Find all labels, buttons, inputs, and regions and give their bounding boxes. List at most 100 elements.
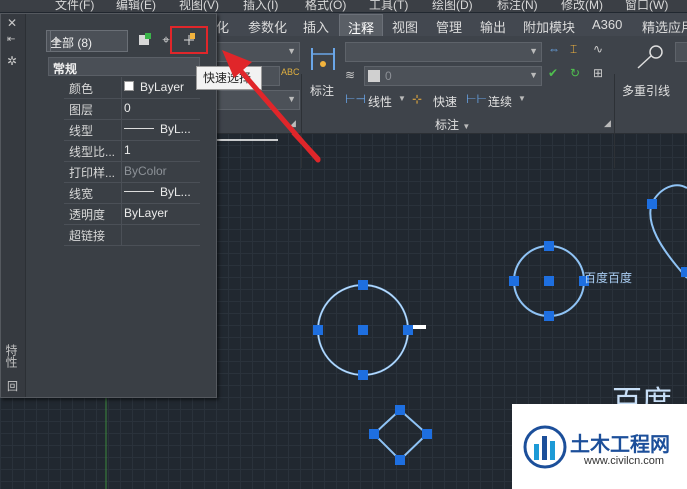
multileader-button[interactable]: 多重引线 — [620, 40, 680, 98]
quick-dim-label[interactable]: 快速 — [433, 93, 457, 110]
tab-manage[interactable]: 管理 — [436, 17, 462, 36]
panel-dropdown-icon: ▼ — [462, 122, 471, 131]
dim-panel-expand-icon[interactable]: ◢ — [604, 118, 611, 129]
property-row-linetype-scale[interactable]: 线型比... 1 — [64, 140, 200, 162]
dim-update-icon[interactable]: ↻ — [570, 66, 580, 80]
grip — [358, 280, 368, 290]
menu-dimension[interactable]: 标注(N) — [497, 0, 538, 12]
abc-icon[interactable]: ABC — [281, 67, 300, 77]
linear-dropdown-icon[interactable]: ▼ — [398, 94, 406, 103]
property-divider — [121, 224, 122, 245]
dim-text-icon[interactable]: ⌶ — [570, 42, 577, 57]
property-name: 颜色 — [69, 82, 94, 96]
tab-parametric[interactable]: 参数化 — [248, 17, 287, 36]
property-divider — [121, 140, 122, 161]
autohide-icon[interactable]: ⇤ — [7, 34, 15, 45]
circle-small[interactable] — [509, 241, 589, 321]
dimension-panel-title[interactable]: 标注 ▼ — [435, 116, 470, 133]
property-divider — [121, 203, 122, 224]
menu-format[interactable]: 格式(O) — [305, 0, 346, 12]
palette-vertical-title: 特性 — [4, 344, 18, 368]
property-name: 线型比... — [69, 145, 116, 159]
diamond-shape[interactable] — [369, 405, 432, 465]
text-style-combo[interactable]: ▼ — [216, 42, 300, 62]
grip — [395, 405, 405, 415]
menu-insert[interactable]: 插入(I) — [243, 0, 278, 12]
continue-dim-label[interactable]: 连续 — [488, 93, 512, 110]
property-value[interactable]: ByLayer — [124, 80, 200, 94]
property-name: 打印样... — [69, 166, 116, 180]
dimension-big-button[interactable]: 标注 — [306, 40, 340, 98]
menu-edit[interactable]: 编辑(E) — [116, 0, 156, 12]
leader-style-combo[interactable] — [675, 42, 687, 62]
grip — [395, 455, 405, 465]
menu-modify[interactable]: 修改(M) — [561, 0, 603, 12]
grip — [544, 241, 554, 251]
tab-output[interactable]: 输出 — [480, 17, 506, 36]
property-value[interactable]: 0 — [124, 101, 200, 115]
properties-palette[interactable]: ✕ ⇤ ✲ 特性 回 全部 (8) ▼ ⌖ 常规 − 颜色 ByLayer 图层 — [0, 13, 217, 398]
close-icon[interactable]: ✕ — [7, 16, 17, 30]
property-value-text: ByLayer — [140, 80, 185, 94]
property-value[interactable]: ByL... — [124, 122, 200, 136]
property-row-layer[interactable]: 图层 0 — [64, 98, 200, 120]
panel-separator — [301, 74, 302, 168]
property-value[interactable]: ByL... — [124, 185, 200, 199]
watermark-url: www.civilcn.com — [584, 455, 665, 467]
collapse-icon[interactable]: − — [53, 57, 193, 71]
palette-title-strip[interactable]: ✕ ⇤ ✲ 特性 回 — [1, 14, 26, 397]
menu-file[interactable]: 文件(F) — [55, 0, 94, 12]
menu-view[interactable]: 视图(V) — [179, 0, 219, 12]
tab-featured-apps[interactable]: 精选应用 — [642, 17, 687, 36]
watermark-title: 土木工程网 — [570, 432, 670, 456]
tab-partial[interactable]: 化 — [216, 17, 229, 36]
tab-view[interactable]: 视图 — [392, 17, 418, 36]
continue-dim-icon[interactable]: ⊢⊢ — [466, 92, 487, 106]
property-name: 图层 — [69, 103, 94, 117]
linear-dim-icon[interactable]: ⊢⊣ — [345, 92, 366, 106]
panel-expand-icon[interactable]: ◢ — [289, 118, 296, 129]
property-row-plot-style[interactable]: 打印样... ByColor — [64, 161, 200, 183]
palette-menu-icon[interactable]: 回 — [7, 378, 18, 394]
menu-window[interactable]: 窗口(W) — [625, 0, 668, 12]
property-row-hyperlink[interactable]: 超链接 — [64, 224, 200, 246]
property-value[interactable]: ByLayer — [124, 206, 200, 220]
menu-draw[interactable]: 绘图(D) — [432, 0, 473, 12]
settings-icon[interactable]: ✲ — [7, 54, 17, 68]
table-style-combo[interactable]: ▼ — [216, 90, 300, 110]
dim-layer-combo[interactable]: 0 ▼ — [364, 66, 542, 86]
panel-separator — [614, 74, 615, 168]
dim-check-icon[interactable]: ✔ — [548, 66, 558, 80]
select-objects-icon: ⌖ — [162, 32, 170, 47]
toggle-pickadd-button[interactable] — [134, 30, 154, 50]
property-value[interactable]: 1 — [124, 143, 200, 157]
property-divider — [121, 182, 122, 203]
tab-a360[interactable]: A360 — [592, 17, 622, 32]
property-row-transparency[interactable]: 透明度 ByLayer — [64, 203, 200, 225]
dim-jog-icon[interactable]: ∿ — [593, 42, 603, 56]
object-filter-combo[interactable]: 全部 (8) ▼ — [46, 30, 128, 52]
property-row-linetype[interactable]: 线型 ByL... — [64, 119, 200, 141]
property-row-lineweight[interactable]: 线宽 ByL... — [64, 182, 200, 204]
property-value: ByColor — [124, 164, 167, 178]
menu-tools[interactable]: 工具(T) — [369, 0, 408, 12]
canvas-text-small[interactable]: 百度百度 — [584, 269, 632, 286]
property-divider — [121, 98, 122, 119]
linear-dim-label[interactable]: 线性 — [368, 93, 392, 110]
continue-dropdown-icon[interactable]: ▼ — [518, 94, 526, 103]
dim-space-icon[interactable]: ⇔ — [548, 42, 560, 56]
circle-large[interactable] — [313, 280, 426, 380]
tab-addins[interactable]: 附加模块 — [523, 17, 575, 36]
dim-override-icon[interactable]: ⊞ — [593, 66, 603, 80]
quick-dim-icon[interactable]: ⊹ — [412, 92, 422, 106]
section-general-header[interactable]: 常规 − — [48, 57, 200, 76]
dim-style-combo[interactable]: ▼ — [345, 42, 542, 62]
tab-insert[interactable]: 插入 — [303, 17, 329, 36]
partial-curve-shape[interactable] — [647, 184, 687, 279]
property-row-color[interactable]: 颜色 ByLayer — [64, 77, 200, 99]
property-name: 超链接 — [69, 229, 106, 243]
property-divider — [121, 161, 122, 182]
property-value-text: ByL... — [160, 185, 191, 199]
red-arrow-annotation — [290, 133, 321, 162]
property-value-text: ByL... — [160, 122, 191, 136]
